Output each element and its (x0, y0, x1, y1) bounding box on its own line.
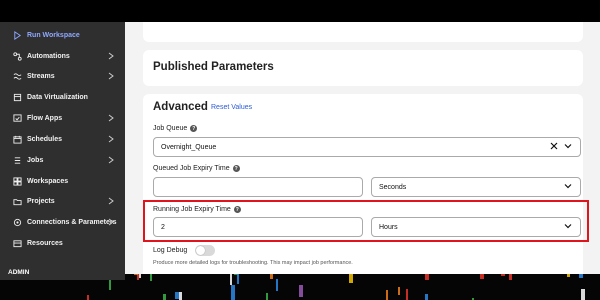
background-stripe (266, 293, 268, 300)
chevron-right-icon (107, 51, 115, 61)
background-stripe (231, 285, 235, 300)
sidebar-item-label: Automations (27, 52, 70, 60)
background-stripe (386, 290, 388, 300)
sidebar-item-label: Connections & Parameters (27, 218, 117, 226)
sidebar-item-resources[interactable]: Resources (0, 233, 125, 253)
background-stripe (237, 274, 239, 284)
flow-apps-icon (12, 113, 22, 123)
sidebar-item-data-virtualization[interactable]: Data Virtualization (0, 87, 125, 107)
background-stripe (276, 279, 278, 291)
published-parameters-card: Published Parameters (143, 50, 583, 86)
streams-icon (12, 71, 22, 81)
log-debug-label: Log Debug (153, 247, 188, 254)
published-parameters-title: Published Parameters (153, 61, 274, 73)
queued-expiry-unit-select[interactable]: Seconds (371, 177, 581, 197)
sidebar-item-label: Run Workspace (27, 31, 80, 39)
jobs-icon (12, 155, 22, 165)
sidebar-item-label: Workspaces (27, 177, 69, 185)
sidebar-item-projects[interactable]: Projects (0, 191, 125, 211)
sidebar-item-label: Projects (27, 197, 55, 205)
sidebar-item-label: Streams (27, 72, 55, 80)
automation-icon (12, 51, 22, 61)
sidebar-item-jobs[interactable]: Jobs (0, 150, 125, 170)
sidebar-item-flow-apps[interactable]: Flow Apps (0, 108, 125, 128)
help-icon[interactable]: ? (232, 165, 240, 172)
sidebar-item-streams[interactable]: Streams (0, 66, 125, 86)
job-queue-value: Overnight_Queue (161, 143, 217, 151)
job-queue-select[interactable]: Overnight_Queue (153, 137, 581, 157)
chevron-right-icon (107, 217, 115, 227)
sidebar-item-label: Flow Apps (27, 114, 63, 122)
resources-icon (12, 238, 22, 248)
chevron-right-icon (107, 196, 115, 206)
top-black-band (0, 0, 600, 22)
help-icon[interactable]: ? (190, 125, 198, 132)
chevron-right-icon (107, 71, 115, 81)
previous-section-card (143, 22, 583, 42)
schedules-icon (12, 134, 22, 144)
sidebar-item-connections-parameters[interactable]: Connections & Parameters (0, 212, 125, 232)
chevron-right-icon (107, 155, 115, 165)
background-stripe (398, 287, 400, 295)
sidebar-item-label: Resources (27, 239, 63, 247)
highlight-box (143, 200, 589, 242)
sidebar-item-schedules[interactable]: Schedules (0, 129, 125, 149)
chevron-down-icon[interactable] (564, 182, 572, 192)
workspaces-icon (12, 176, 22, 186)
queued-expiry-label-text: Queued Job Expiry Time (153, 165, 230, 172)
sidebar-item-label: Jobs (27, 156, 44, 164)
current-user: ADMIN (8, 269, 30, 276)
background-stripe (175, 292, 179, 299)
connections-icon (12, 217, 22, 227)
background-stripe (406, 289, 408, 300)
background-stripe (425, 294, 428, 300)
background-stripe (179, 292, 182, 300)
queued-expiry-label: Queued Job Expiry Time ? (153, 165, 240, 172)
queued-expiry-input[interactable] (153, 177, 363, 197)
sidebar: Run Workspace Automations Streams Data V… (0, 22, 125, 280)
sidebar-item-run-workspace[interactable]: Run Workspace (0, 25, 125, 45)
data-virtualization-icon (12, 92, 22, 102)
clear-icon[interactable] (550, 142, 558, 152)
play-icon (12, 30, 22, 40)
job-queue-label: Job Queue ? (153, 125, 198, 132)
chevron-down-icon[interactable] (564, 142, 572, 152)
chevron-right-icon (107, 134, 115, 144)
reset-values-link[interactable]: Reset Values (211, 104, 252, 111)
sidebar-item-workspaces[interactable]: Workspaces (0, 171, 125, 191)
projects-icon (12, 196, 22, 206)
sidebar-item-label: Schedules (27, 135, 63, 143)
advanced-title: Advanced (153, 101, 208, 113)
log-debug-help-text: Produce more detailed logs for troublesh… (153, 260, 353, 266)
sidebar-item-automations[interactable]: Automations (0, 46, 125, 66)
toggle-knob (196, 246, 205, 255)
chevron-right-icon (107, 113, 115, 123)
background-stripe (163, 294, 166, 300)
background-stripe (581, 289, 585, 300)
queued-expiry-unit: Seconds (379, 183, 407, 191)
sidebar-item-label: Data Virtualization (27, 93, 88, 101)
advanced-card: Advanced Reset Values Job Queue ? Overni… (143, 94, 583, 274)
background-stripe (87, 295, 89, 300)
background-stripe (299, 285, 303, 297)
log-debug-toggle[interactable] (195, 245, 215, 256)
job-queue-label-text: Job Queue (153, 125, 188, 132)
